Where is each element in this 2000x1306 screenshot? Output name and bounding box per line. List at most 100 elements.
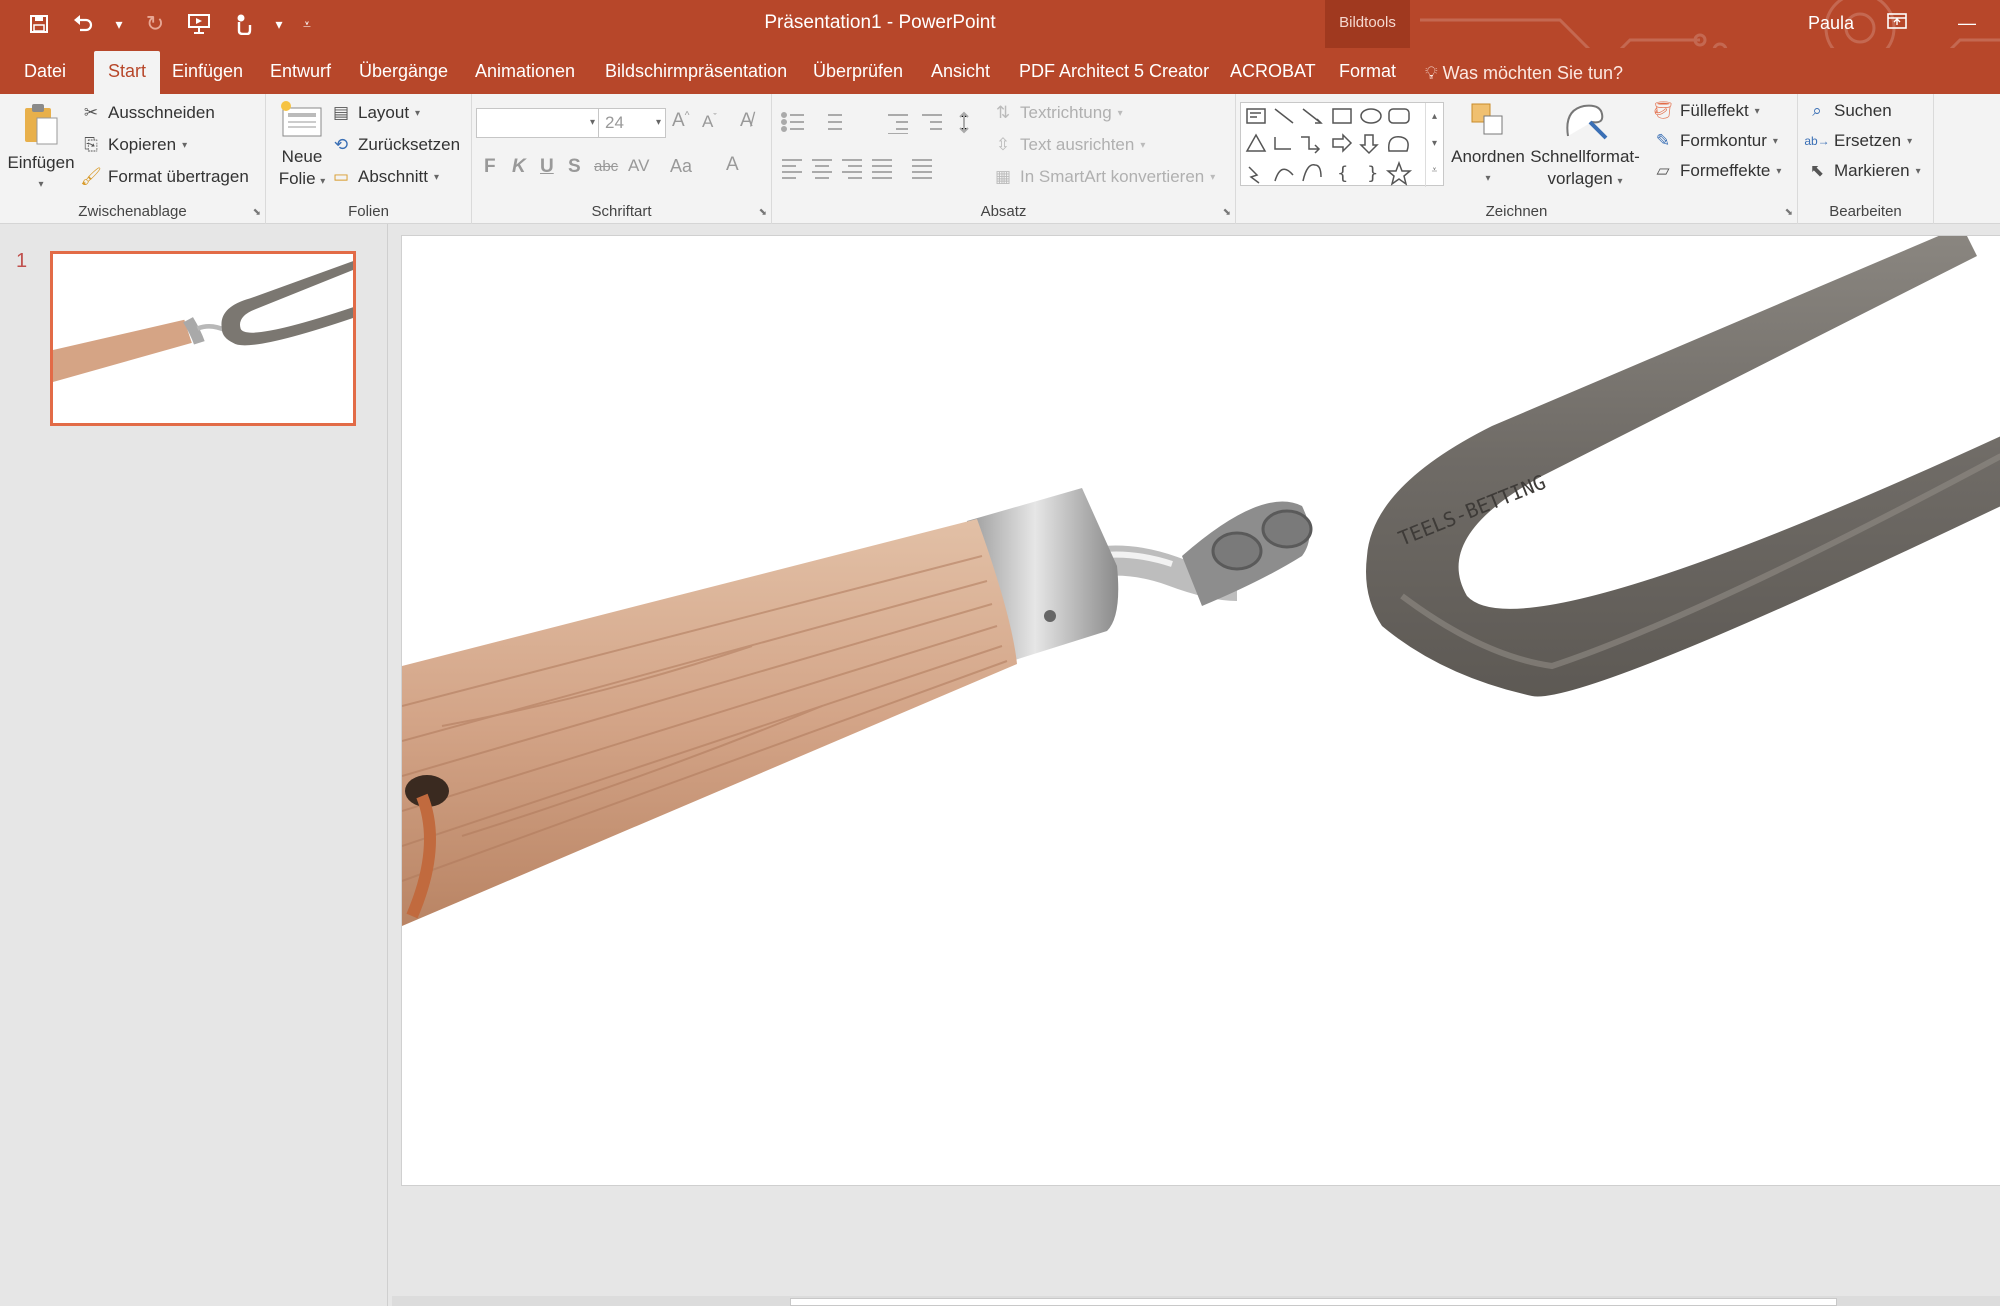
copy-button[interactable]: ⎘ Kopieren ▾ (80, 134, 187, 156)
lightbulb-icon: 💡︎ (1425, 63, 1438, 83)
arrange-label: Anordnen (1451, 147, 1525, 166)
section-icon: ▭ (332, 167, 350, 186)
reset-label: Zurücksetzen (358, 135, 461, 154)
group-slides: Neue Folie ▾ ▤ Layout ▾ ⟲ Zurücksetzen ▭… (266, 94, 472, 224)
align-text-button[interactable]: ⇳ Text ausrichten ▾ (992, 134, 1146, 156)
paste-button[interactable]: Einfügen ▾ (6, 102, 76, 196)
new-slide-button[interactable]: Neue Folie ▾ (272, 100, 332, 193)
tab-animationen[interactable]: Animationen (475, 48, 575, 94)
bold-button[interactable]: F (484, 156, 496, 178)
paragraph-list-icons[interactable] (780, 110, 980, 134)
context-tab-label: Bildtools (1339, 14, 1396, 31)
paste-label: Einfügen (7, 153, 75, 172)
slides-panel: 1 (0, 224, 388, 1306)
shape-outline-label: Formkontur (1680, 131, 1767, 150)
slide-thumbnail[interactable] (50, 251, 356, 426)
drawing-launcher-icon[interactable]: ⬊ (1785, 207, 1793, 218)
cut-button[interactable]: ✂ Ausschneiden (80, 102, 215, 124)
layout-icon: ▤ (332, 103, 350, 122)
user-name[interactable]: Paula (1808, 0, 1854, 46)
alignment-icons[interactable] (780, 156, 960, 180)
group-paragraph: ⇅ Textrichtung ▾ ⇳ Text ausrichten ▾ ▦ I… (772, 94, 1236, 224)
new-slide-label-2: Folie (278, 169, 316, 188)
copy-icon: ⎘ (84, 135, 98, 154)
group-font: ▾ 24 ▾ A^ Aˇ A̸ F K U S abc AV Aa A Schr… (472, 94, 772, 224)
tab-datei[interactable]: Datei (24, 48, 66, 94)
italic-button[interactable]: K (512, 156, 526, 178)
find-label: Suchen (1834, 101, 1892, 120)
grow-font-icon[interactable]: A^ (672, 110, 689, 132)
shapes-gallery[interactable]: { } ▴ ▾ ⩡ (1240, 102, 1444, 187)
magnifier-icon: ⌕ (1812, 101, 1822, 120)
character-spacing-button[interactable]: AV (628, 156, 649, 176)
font-size-combo[interactable]: 24 ▾ (598, 108, 666, 138)
tab-pdf-architect[interactable]: PDF Architect 5 Creator (1019, 48, 1209, 94)
clipboard-launcher-icon[interactable]: ⬊ (253, 207, 261, 218)
strikethrough-button[interactable]: abc (594, 158, 618, 175)
section-label: Abschnitt (358, 167, 428, 186)
arrange-icon (1471, 103, 1503, 135)
paragraph-group-label: Absatz (980, 203, 1027, 220)
find-button[interactable]: ⌕ Suchen (1806, 100, 1892, 122)
font-launcher-icon[interactable]: ⬊ (759, 207, 767, 218)
change-case-button[interactable]: Aa (670, 156, 692, 177)
slide-canvas[interactable]: TEELS-BETTING (401, 235, 2000, 1186)
shape-fill-button[interactable]: 🪣︎ Fülleffekt ▾ (1652, 100, 1760, 122)
font-name-combo[interactable]: ▾ (476, 108, 600, 138)
minimize-icon[interactable]: — (1938, 0, 1996, 46)
quick-styles-button[interactable]: Schnellformat- vorlagen ▾ (1530, 100, 1640, 193)
smartart-button[interactable]: ▦ In SmartArt konvertieren ▾ (992, 166, 1215, 188)
shape-effects-icon: ▱ (1656, 161, 1670, 180)
layout-label: Layout (358, 103, 410, 122)
new-slide-dropdown-icon: ▾ (320, 176, 326, 187)
smartart-icon: ▦ (994, 167, 1012, 186)
tab-format[interactable]: Format (1339, 48, 1396, 94)
shape-fill-label: Fülleffekt (1680, 101, 1749, 120)
thumbnail-fork-image (53, 261, 353, 382)
group-clipboard: Einfügen ▾ ✂ Ausschneiden ⎘ Kopieren ▾ 🖌… (0, 94, 266, 224)
reset-icon: ⟲ (333, 135, 349, 154)
text-direction-button[interactable]: ⇅ Textrichtung ▾ (992, 102, 1123, 124)
layout-button[interactable]: ▤ Layout ▾ (330, 102, 420, 124)
select-button[interactable]: ⬉ Markieren ▾ (1806, 160, 1921, 182)
group-editing: ⌕ Suchen ab→ Ersetzen ▾ ⬉ Markieren ▾ Be… (1798, 94, 1934, 224)
replace-button[interactable]: ab→ Ersetzen ▾ (1804, 130, 1912, 152)
clear-formatting-icon[interactable]: A̸ (740, 110, 753, 132)
tab-einfuegen[interactable]: Einfügen (172, 48, 243, 94)
tab-uebergaenge[interactable]: Übergänge (359, 48, 448, 94)
group-drawing: { } ▴ ▾ ⩡ Anordnen ▾ Schnellformat- vorlag… (1236, 94, 1798, 224)
replace-icon: ab→ (1804, 134, 1830, 148)
paint-bucket-icon: 🪣︎ (1652, 101, 1674, 120)
ribbon-display-options-icon[interactable] (1868, 0, 1926, 46)
shape-outline-button[interactable]: ✎ Formkontur ▾ (1652, 130, 1778, 152)
layout-dropdown-icon: ▾ (415, 107, 421, 119)
underline-button[interactable]: U (540, 156, 554, 178)
new-slide-icon (281, 101, 322, 137)
horizontal-scrollbar-thumb[interactable] (790, 1298, 1837, 1306)
tab-start[interactable]: Start (94, 51, 161, 94)
cut-label: Ausschneiden (108, 103, 215, 122)
section-button[interactable]: ▭ Abschnitt ▾ (330, 166, 439, 188)
format-painter-label: Format übertragen (108, 167, 249, 186)
align-text-icon: ⇳ (995, 135, 1011, 154)
tab-acrobat[interactable]: ACROBAT (1230, 48, 1316, 94)
paragraph-launcher-icon[interactable]: ⬊ (1223, 207, 1231, 218)
arrange-button[interactable]: Anordnen ▾ (1448, 100, 1528, 190)
replace-label: Ersetzen (1834, 131, 1902, 150)
slides-group-label: Folien (348, 203, 389, 220)
drawing-group-label: Zeichnen (1485, 203, 1548, 220)
shape-effects-button[interactable]: ▱ Formeffekte ▾ (1652, 160, 1781, 182)
shadow-button[interactable]: S (568, 156, 581, 178)
tab-ueberpruefen[interactable]: Überprüfen (813, 48, 903, 94)
tab-ansicht[interactable]: Ansicht (931, 48, 990, 94)
shrink-font-icon[interactable]: Aˇ (702, 112, 717, 132)
font-color-button[interactable]: A (726, 154, 739, 176)
garden-fork-image[interactable]: TEELS-BETTING (402, 236, 2000, 1186)
tell-me-box[interactable]: 💡︎ Was möchten Sie tun? (1425, 48, 1623, 94)
tab-bildschirmpraesentation[interactable]: Bildschirmpräsentation (605, 48, 787, 94)
reset-button[interactable]: ⟲ Zurücksetzen (330, 134, 460, 156)
tab-entwurf[interactable]: Entwurf (270, 48, 331, 94)
shape-effects-label: Formeffekte (1680, 161, 1771, 180)
format-painter-button[interactable]: 🖌︎ Format übertragen (80, 166, 249, 188)
shapes-scroll-icon[interactable]: ▴ ▾ ⩡ (1425, 103, 1443, 187)
